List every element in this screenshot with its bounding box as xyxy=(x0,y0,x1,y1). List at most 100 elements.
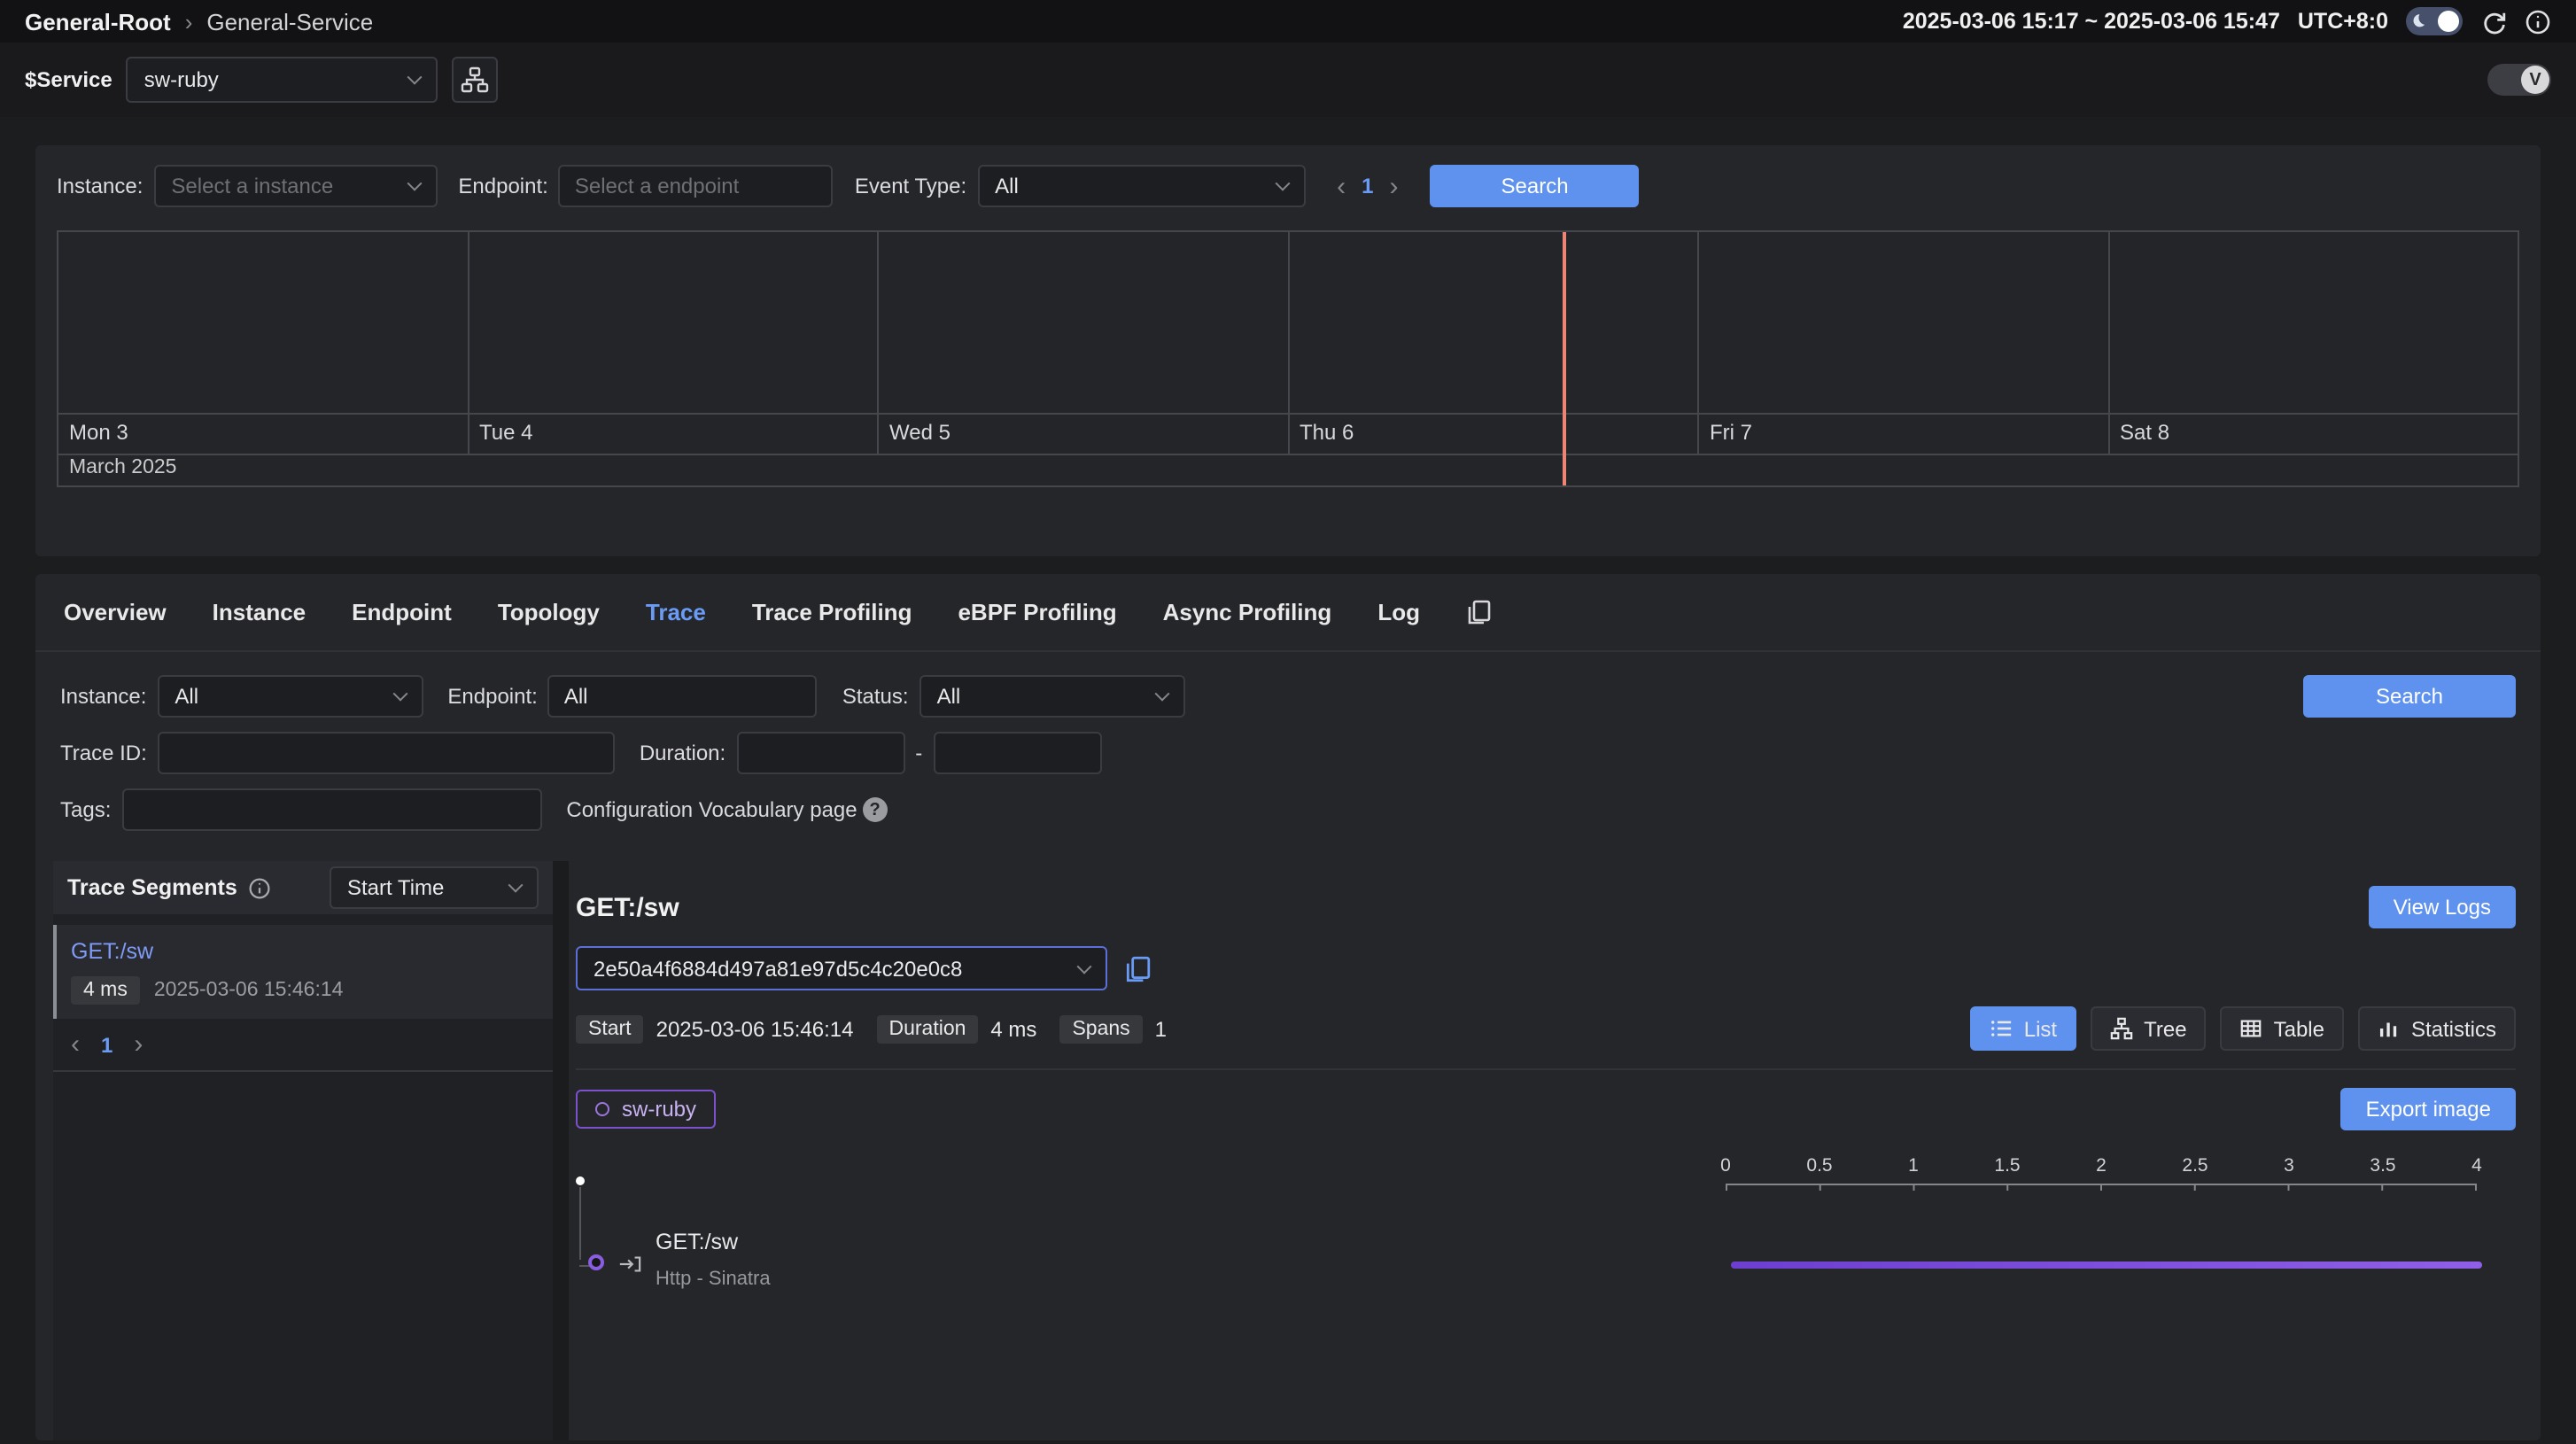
segment-list-item[interactable]: GET:/sw 4 ms 2025-03-06 15:46:14 xyxy=(53,925,553,1019)
event-timeline-chart[interactable]: Mon 3 Tue 4 Wed 5 Thu 6 Fri 7 Sat 8 Marc… xyxy=(57,230,2519,487)
chevron-down-icon xyxy=(1154,687,1169,702)
trace-status-value: All xyxy=(937,684,961,709)
duration-min-input[interactable] xyxy=(736,732,904,774)
next-page-icon[interactable]: › xyxy=(1390,173,1399,199)
view-mode-switcher: List Tree xyxy=(1971,1006,2516,1051)
timeline-day-label: Fri 7 xyxy=(1697,415,2107,454)
tree-connector xyxy=(579,1187,581,1260)
next-page-icon[interactable]: › xyxy=(134,1031,143,1058)
trace-segments-panel: Trace Segments Start Time GET:/s xyxy=(53,861,553,1440)
tab-overview[interactable]: Overview xyxy=(64,599,167,625)
view-mode-table[interactable]: Table xyxy=(2221,1006,2344,1051)
timeline-day-label: Tue 4 xyxy=(467,415,877,454)
help-icon[interactable]: ? xyxy=(863,797,888,822)
ruler-tick-label: 3 xyxy=(2284,1155,2294,1176)
trace-endpoint-input[interactable] xyxy=(548,675,818,718)
segments-sort-select[interactable]: Start Time xyxy=(330,866,539,909)
breadcrumb-current[interactable]: General-Service xyxy=(206,8,373,35)
tab-endpoint[interactable]: Endpoint xyxy=(352,599,452,625)
sitemap-icon xyxy=(462,66,490,94)
trace-id-value: 2e50a4f6884d497a81e97d5c4c20e0c8 xyxy=(594,956,962,981)
prev-page-icon[interactable]: ‹ xyxy=(1337,173,1346,199)
trace-id-input[interactable] xyxy=(158,732,615,774)
tags-input[interactable] xyxy=(121,788,541,831)
trace-detail-panel: GET:/sw View Logs 2e50a4f6884d497a81e97d… xyxy=(569,861,2541,1440)
view-mode-tree[interactable]: Tree xyxy=(2091,1006,2206,1051)
tab-ebpf-profiling[interactable]: eBPF Profiling xyxy=(958,599,1116,625)
service-bar: $Service sw-ruby V xyxy=(0,43,2576,117)
span-duration-bar[interactable] xyxy=(1731,1262,2482,1269)
view-mode-list[interactable]: List xyxy=(1971,1006,2076,1051)
view-mode-label: Table xyxy=(2274,1016,2324,1041)
tab-log[interactable]: Log xyxy=(1377,599,1420,625)
panel-splitter[interactable] xyxy=(553,861,569,1440)
trace-id-label: Trace ID: xyxy=(60,741,147,765)
vocabulary-link[interactable]: Configuration Vocabulary page xyxy=(566,797,857,822)
ruler-tick-label: 3.5 xyxy=(2370,1155,2395,1176)
copy-icon[interactable] xyxy=(1466,599,1493,625)
trace-id-select[interactable]: 2e50a4f6884d497a81e97d5c4c20e0c8 xyxy=(576,946,1107,990)
breadcrumb-root[interactable]: General-Root xyxy=(25,8,171,35)
info-icon[interactable] xyxy=(2525,8,2551,35)
view-mode-statistics[interactable]: Statistics xyxy=(2358,1006,2516,1051)
prev-page-icon[interactable]: ‹ xyxy=(71,1031,80,1058)
duration-separator: - xyxy=(915,741,922,765)
service-select-value: sw-ruby xyxy=(144,67,219,92)
chevron-down-icon xyxy=(508,878,524,893)
statistics-icon xyxy=(2378,1017,2401,1040)
view-logs-button[interactable]: View Logs xyxy=(2369,886,2516,928)
event-endpoint-input[interactable] xyxy=(559,165,834,207)
segments-title: Trace Segments xyxy=(67,875,237,900)
tab-topology[interactable]: Topology xyxy=(498,599,600,625)
ruler-tick-label: 1.5 xyxy=(1994,1155,2020,1176)
span-name[interactable]: GET:/sw xyxy=(656,1230,738,1254)
export-image-button[interactable]: Export image xyxy=(2341,1088,2516,1130)
chevron-down-icon xyxy=(407,176,422,191)
timeline-day-label: Thu 6 xyxy=(1287,415,1697,454)
skywalking-dashboard: General-Root › General-Service 2025-03-0… xyxy=(0,0,2576,1444)
copy-trace-id-icon[interactable] xyxy=(1123,954,1152,982)
version-badge: V xyxy=(2521,66,2549,94)
ruler-tick-label: 0.5 xyxy=(1806,1155,1832,1176)
refresh-icon[interactable] xyxy=(2480,8,2507,35)
chevron-down-icon xyxy=(392,687,407,702)
event-page-number[interactable]: 1 xyxy=(1362,174,1373,198)
circle-icon xyxy=(595,1102,609,1116)
event-instance-select[interactable]: Select a instance xyxy=(153,165,437,207)
timeline-day-column xyxy=(2107,232,2518,413)
dark-mode-toggle[interactable] xyxy=(2406,7,2463,35)
tab-instance[interactable]: Instance xyxy=(213,599,306,625)
version-toggle[interactable]: V xyxy=(2487,64,2551,96)
trace-filter-area: Instance: All Endpoint: Status: All xyxy=(35,652,2541,843)
segments-page-number[interactable]: 1 xyxy=(101,1032,113,1057)
segment-start-dot xyxy=(576,1176,585,1185)
duration-max-input[interactable] xyxy=(933,732,1101,774)
span-list-area: 0 0.5 1 1.5 2 2.5 3 3.5 4 xyxy=(576,1141,2516,1440)
segments-info-icon[interactable] xyxy=(248,876,271,899)
ruler-tick-label: 2.5 xyxy=(2182,1155,2207,1176)
tab-trace-profiling[interactable]: Trace Profiling xyxy=(752,599,912,625)
span-node-dot[interactable] xyxy=(588,1254,604,1270)
event-instance-placeholder: Select a instance xyxy=(171,174,333,198)
duration-badge: Duration xyxy=(876,1014,978,1043)
trace-instance-value: All xyxy=(175,684,198,709)
current-time-marker xyxy=(1563,232,1567,485)
trace-search-button[interactable]: Search xyxy=(2303,675,2516,718)
trace-status-label: Status: xyxy=(842,684,909,709)
tab-trace[interactable]: Trace xyxy=(646,599,706,625)
event-search-button[interactable]: Search xyxy=(1431,165,1640,207)
trace-instance-select[interactable]: All xyxy=(157,675,423,718)
segment-name[interactable]: GET:/sw xyxy=(71,939,539,964)
service-tag[interactable]: sw-ruby xyxy=(576,1090,716,1129)
trace-endpoint-label: Endpoint: xyxy=(447,684,537,709)
endpoint-dependency-button[interactable] xyxy=(453,57,499,103)
event-type-select[interactable]: All xyxy=(977,165,1305,207)
time-range-picker[interactable]: 2025-03-06 15:17 ~ 2025-03-06 15:47 xyxy=(1903,9,2280,34)
trace-status-select[interactable]: All xyxy=(919,675,1185,718)
timeline-day-column xyxy=(1697,232,2107,413)
trace-instance-label: Instance: xyxy=(60,684,146,709)
spans-badge: Spans xyxy=(1059,1014,1142,1043)
service-detail-panel: Overview Instance Endpoint Topology Trac… xyxy=(35,574,2541,1440)
service-select[interactable]: sw-ruby xyxy=(127,57,438,103)
tab-async-profiling[interactable]: Async Profiling xyxy=(1163,599,1332,625)
